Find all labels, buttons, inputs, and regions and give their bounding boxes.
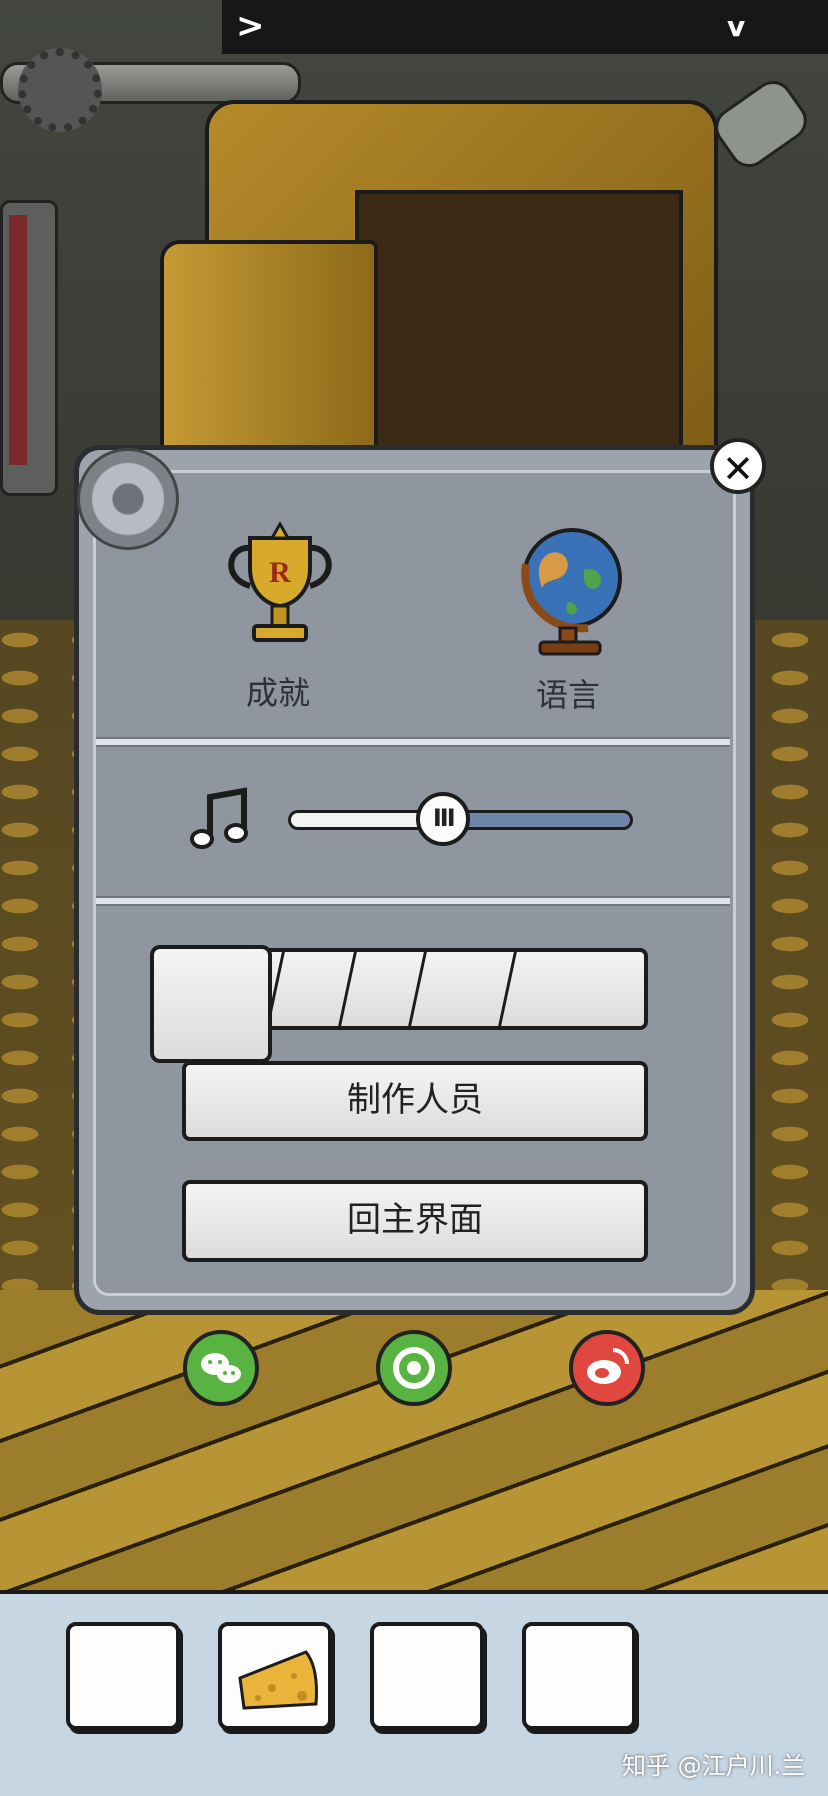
security-camera	[707, 73, 815, 175]
trophy-icon[interactable]: R	[210, 520, 350, 660]
inventory-slot-3[interactable]	[370, 1622, 484, 1730]
gear-decoration	[18, 48, 102, 132]
achievements-label[interactable]: 成就	[246, 668, 310, 714]
language-label[interactable]: 语言	[536, 670, 600, 716]
collapse-down-button[interactable]: v	[727, 10, 745, 43]
moments-share-button[interactable]	[376, 1330, 452, 1406]
wechat-icon	[201, 1353, 241, 1383]
main-menu-label: 回主界面	[347, 1200, 483, 1240]
cheese-icon[interactable]	[222, 1626, 328, 1726]
inventory-slot-1[interactable]	[66, 1622, 180, 1730]
globe-icon[interactable]	[508, 518, 628, 663]
music-volume-slider-thumb[interactable]: III	[416, 792, 471, 846]
divider	[96, 737, 730, 747]
weibo-icon	[587, 1348, 629, 1384]
close-button[interactable]: ✕	[710, 438, 766, 494]
inventory-slot-4[interactable]	[522, 1622, 636, 1730]
music-note-icon	[190, 787, 248, 849]
expand-right-button[interactable]: >	[236, 6, 265, 46]
credits-label: 制作人员	[347, 1080, 483, 1120]
svg-text:R: R	[269, 556, 291, 589]
camera-aperture-icon	[393, 1347, 435, 1389]
settings-panel-inner	[93, 470, 736, 1296]
wechat-share-button[interactable]	[183, 1330, 259, 1406]
top-nav-strip: > v	[222, 0, 828, 54]
weibo-share-button[interactable]	[569, 1330, 645, 1406]
watermark: 知乎 @江户川.兰	[622, 1752, 806, 1780]
inventory-slot-2[interactable]	[218, 1622, 332, 1730]
credits-button[interactable]: 制作人员	[182, 1061, 648, 1141]
main-menu-button[interactable]: 回主界面	[182, 1180, 648, 1262]
stone-fragment	[150, 945, 272, 1063]
divider	[96, 896, 730, 906]
gear-icon	[77, 448, 179, 550]
wall-panel	[0, 200, 58, 496]
